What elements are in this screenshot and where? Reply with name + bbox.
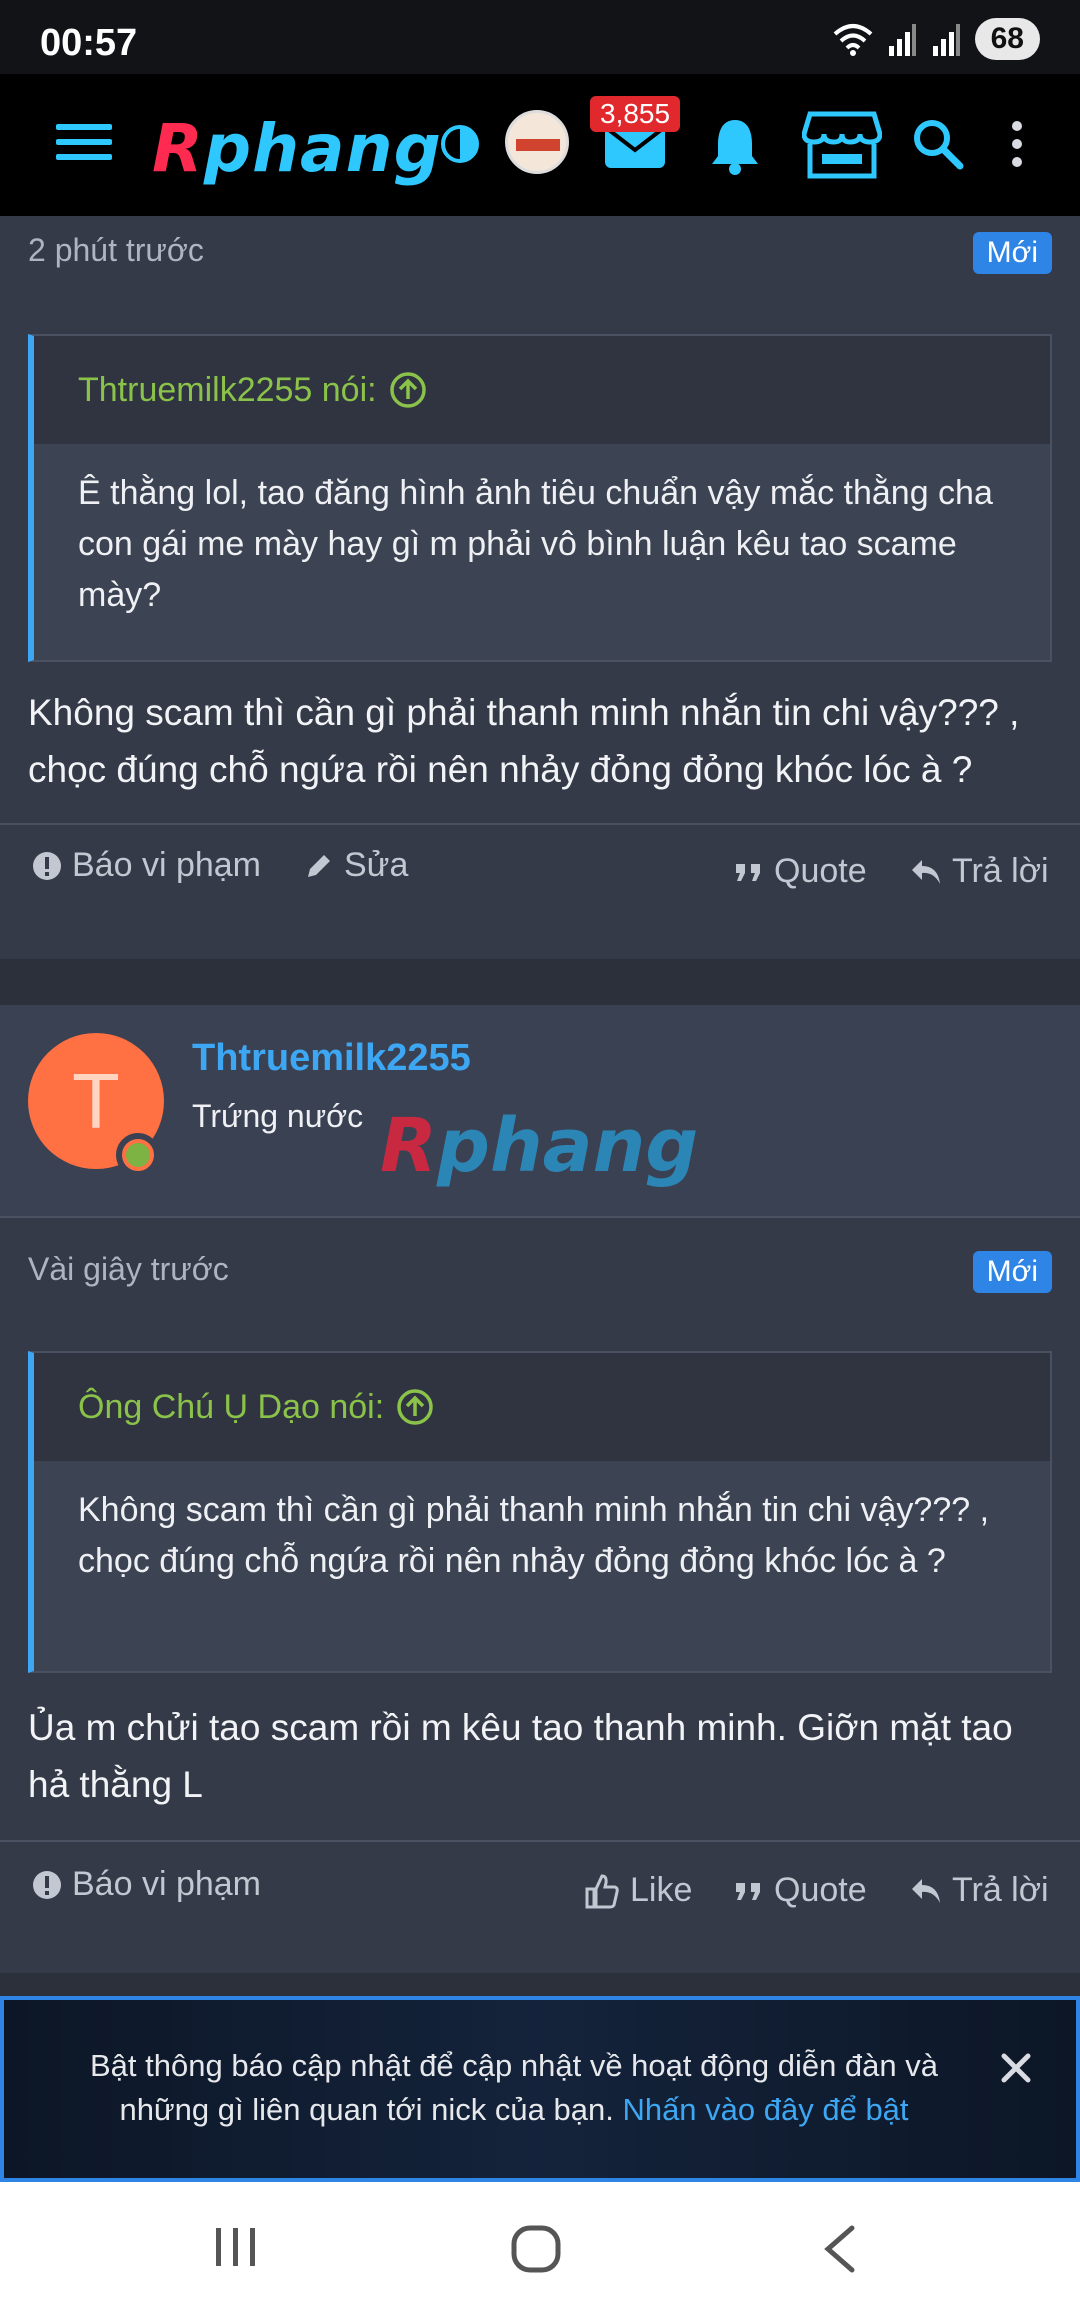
recent-apps-icon[interactable] [212, 2224, 260, 2270]
reply-icon [912, 1878, 940, 1903]
alert-icon [33, 1870, 61, 1899]
site-logo[interactable]: Rphang [152, 110, 442, 187]
avatar-stripe [516, 139, 560, 151]
logo-text: phang [203, 110, 442, 187]
battery-indicator: 68 [974, 18, 1040, 60]
post-actions: Báo vi phạm Like Quote Trả lời [0, 1865, 1080, 1945]
reply-label: Trả lời [952, 1871, 1049, 1909]
author-rank: Trứng nước [192, 1098, 364, 1134]
report-label: Báo vi phạm [72, 846, 261, 884]
quote-block: Thtruemilk2255 nói: Ê thằng lol, tao đăn… [28, 334, 1052, 662]
post-body: Ủa m chửi tao scam rồi m kêu tao thanh m… [28, 1707, 1013, 1805]
logo-watermark: Rphang [380, 1103, 698, 1189]
post-card: T Thtruemilk2255 Trứng nước Rphang Vài g… [0, 1005, 1080, 1973]
contrast-icon[interactable] [440, 124, 480, 164]
search-icon[interactable] [912, 118, 964, 170]
store-icon[interactable] [802, 110, 882, 180]
quote-icon [736, 863, 760, 881]
quote-label: Quote [774, 1871, 867, 1909]
user-avatar[interactable] [505, 110, 569, 174]
edit-button[interactable]: Sửa [304, 846, 408, 885]
watermark-text: phang [436, 1103, 699, 1189]
more-icon[interactable] [1010, 120, 1024, 168]
pencil-icon [308, 854, 330, 877]
quote-author[interactable]: Thtruemilk2255 nói: [78, 371, 377, 410]
alert-icon [33, 851, 61, 880]
post-card: 2 phút trước Mới Thtruemilk2255 nói: Ê t… [0, 216, 1080, 959]
post-actions: Báo vi phạm Sửa Quote Trả lời [0, 846, 1080, 926]
quote-block: Ông Chú Ụ Dạo nói: Không scam thì cần gì… [28, 1351, 1052, 1673]
bell-icon[interactable] [708, 116, 762, 176]
status-bar: 00:57 68 [0, 0, 1080, 74]
divider [0, 1840, 1080, 1842]
post-time[interactable]: 2 phút trước [28, 232, 204, 269]
quote-text: Ê thằng lol, tao đăng hình ảnh tiêu chuẩ… [78, 474, 993, 614]
report-label: Báo vi phạm [72, 1865, 261, 1903]
watermark-letter: R [380, 1103, 437, 1189]
arrow-up-circle-icon[interactable] [396, 1388, 434, 1426]
reply-label: Trả lời [952, 852, 1049, 890]
new-badge: Mới [972, 232, 1052, 274]
home-icon[interactable] [510, 2224, 562, 2274]
like-button[interactable]: Like [584, 1871, 692, 1910]
quote-header[interactable]: Thtruemilk2255 nói: [34, 336, 1050, 444]
edit-label: Sửa [344, 846, 409, 884]
quote-header[interactable]: Ông Chú Ụ Dạo nói: [34, 1353, 1050, 1461]
notification-enable-link[interactable]: Nhấn vào đây để bật [622, 2092, 908, 2127]
status-time: 00:57 [40, 22, 138, 64]
status-icons: 68 [833, 18, 1040, 60]
notification-text: Bật thông báo cập nhật để cập nhật về ho… [64, 2044, 964, 2132]
logo-letter: R [152, 110, 204, 187]
quote-button[interactable]: Quote [734, 1871, 867, 1910]
system-nav-bar [0, 2182, 1080, 2316]
notification-banner[interactable]: Bật thông báo cập nhật để cập nhật về ho… [0, 1996, 1080, 2182]
quote-icon [736, 1882, 760, 1900]
like-label: Like [630, 1871, 693, 1909]
quote-label: Quote [774, 852, 867, 890]
report-button[interactable]: Báo vi phạm [32, 846, 261, 885]
post-time[interactable]: Vài giây trước [28, 1251, 229, 1288]
mail-count-badge: 3,855 [590, 96, 681, 132]
menu-icon[interactable] [56, 122, 112, 162]
arrow-up-circle-icon[interactable] [389, 371, 427, 409]
reply-button[interactable]: Trả lời [910, 852, 1049, 891]
author-header: T Thtruemilk2255 Trứng nước Rphang [0, 1005, 1080, 1218]
quote-button[interactable]: Quote [734, 852, 867, 891]
divider [0, 823, 1080, 825]
report-button[interactable]: Báo vi phạm [32, 1865, 261, 1904]
signal-icon-2 [932, 24, 960, 56]
online-status-icon [116, 1133, 160, 1177]
reply-button[interactable]: Trả lời [910, 1871, 1049, 1910]
author-name[interactable]: Thtruemilk2255 [192, 1037, 471, 1080]
top-navbar: Rphang 3,855 [0, 74, 1080, 216]
post-body: Không scam thì cần gì phải thanh minh nh… [28, 692, 1020, 790]
new-badge: Mới [972, 1251, 1052, 1293]
quote-text: Không scam thì cần gì phải thanh minh nh… [78, 1491, 990, 1580]
quote-author[interactable]: Ông Chú Ụ Dạo nói: [78, 1388, 384, 1427]
back-icon[interactable] [820, 2224, 860, 2274]
reply-icon [912, 859, 940, 884]
close-icon[interactable] [998, 2050, 1034, 2086]
signal-icon [888, 24, 916, 56]
thumbs-up-icon [585, 1873, 619, 1908]
wifi-icon [833, 24, 872, 56]
